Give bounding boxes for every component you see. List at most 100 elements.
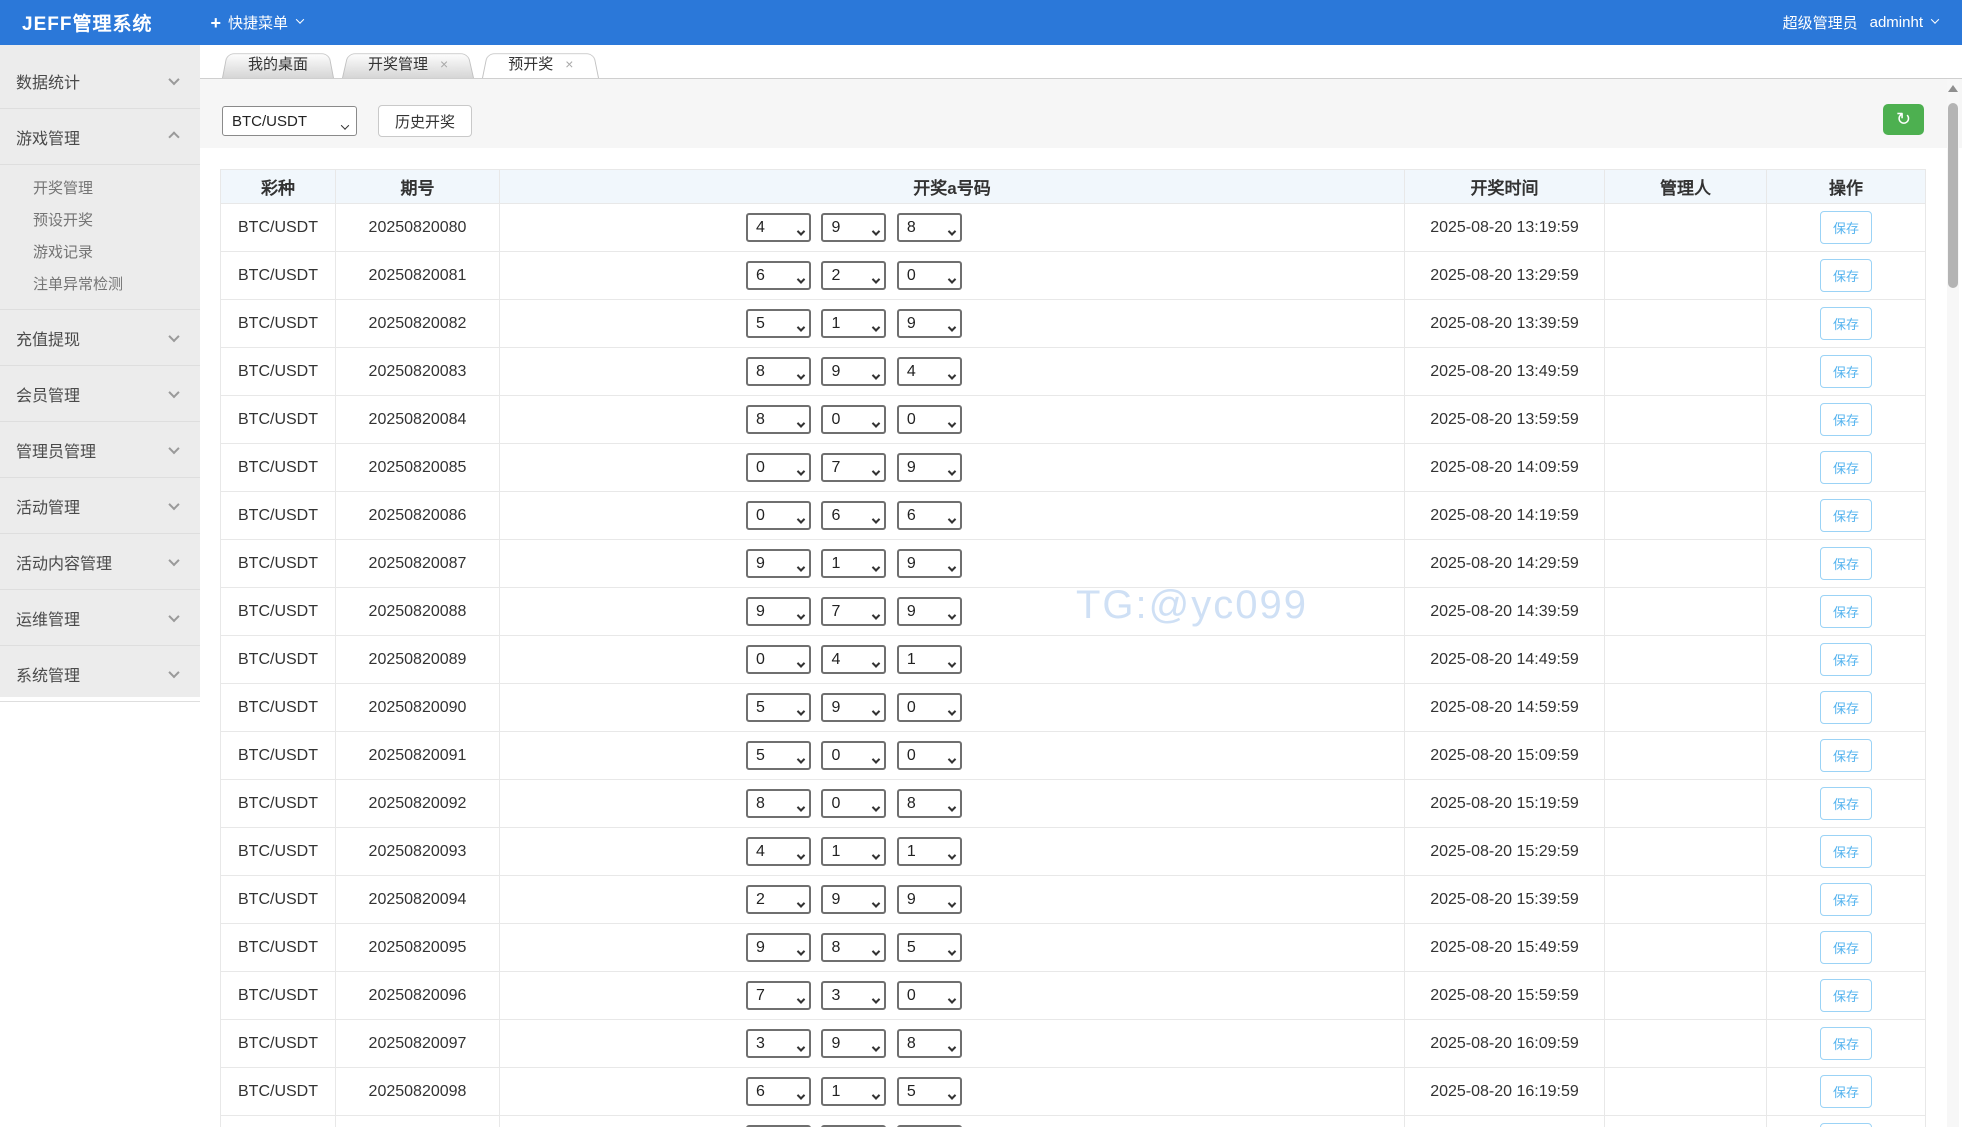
save-button[interactable]: 保存 xyxy=(1820,835,1872,868)
draw-number-select-1[interactable]: 8 xyxy=(746,405,811,434)
save-button[interactable]: 保存 xyxy=(1820,307,1872,340)
save-button[interactable]: 保存 xyxy=(1820,547,1872,580)
draw-number-select-2[interactable]: 9 xyxy=(821,1029,886,1058)
draw-number-select-3[interactable]: 4 xyxy=(897,357,962,386)
save-button[interactable]: 保存 xyxy=(1820,499,1872,532)
sidebar-item-member-management[interactable]: 会员管理 xyxy=(0,366,200,422)
draw-number-select-2[interactable]: 3 xyxy=(821,981,886,1010)
history-draw-button[interactable]: 历史开奖 xyxy=(378,105,472,137)
draw-number-select-2[interactable]: 9 xyxy=(821,885,886,914)
draw-number-select-3[interactable]: 1 xyxy=(897,645,962,674)
draw-number-select-3[interactable]: 8 xyxy=(897,789,962,818)
sidebar-item-draw-management[interactable]: 开奖管理 xyxy=(0,171,200,203)
save-button[interactable]: 保存 xyxy=(1820,1075,1872,1108)
refresh-button[interactable]: ↻ xyxy=(1883,104,1924,135)
sidebar-item-deposit-withdraw[interactable]: 充值提现 xyxy=(0,310,200,366)
draw-number-select-2[interactable]: 1 xyxy=(821,837,886,866)
sidebar-item-admin-management[interactable]: 管理员管理 xyxy=(0,422,200,478)
quick-menu-button[interactable]: + 快捷菜单 xyxy=(210,12,303,33)
draw-number-select-1[interactable]: 2 xyxy=(746,885,811,914)
draw-number-select-2[interactable]: 9 xyxy=(821,357,886,386)
draw-number-select-2[interactable]: 7 xyxy=(821,453,886,482)
close-icon[interactable]: × xyxy=(440,56,448,72)
save-button[interactable]: 保存 xyxy=(1820,1123,1872,1127)
draw-number-select-1[interactable]: 9 xyxy=(746,933,811,962)
draw-number-select-3[interactable]: 9 xyxy=(897,885,962,914)
save-button[interactable]: 保存 xyxy=(1820,403,1872,436)
lottery-pair-select[interactable]: BTC/USDT xyxy=(222,106,357,136)
tab-my-desktop[interactable]: 我的桌面 xyxy=(222,51,334,78)
close-icon[interactable]: × xyxy=(565,56,573,72)
draw-number-select-2[interactable]: 0 xyxy=(821,789,886,818)
draw-number-select-3[interactable]: 9 xyxy=(897,453,962,482)
draw-number-select-3[interactable]: 0 xyxy=(897,405,962,434)
draw-number-select-2[interactable]: 0 xyxy=(821,741,886,770)
draw-number-select-3[interactable]: 5 xyxy=(897,1077,962,1106)
draw-number-select-1[interactable]: 4 xyxy=(746,213,811,242)
scroll-up-icon[interactable] xyxy=(1948,85,1958,92)
draw-number-select-3[interactable]: 9 xyxy=(897,309,962,338)
user-menu[interactable]: 超级管理员 adminht xyxy=(1783,0,1938,45)
sidebar-item-data-stats[interactable]: 数据统计 xyxy=(0,53,200,109)
sidebar-item-activity-content[interactable]: 活动内容管理 xyxy=(0,534,200,590)
draw-number-select-1[interactable]: 8 xyxy=(746,357,811,386)
save-button[interactable]: 保存 xyxy=(1820,787,1872,820)
draw-number-select-3[interactable]: 8 xyxy=(897,1029,962,1058)
tab-pre-draw[interactable]: 预开奖× xyxy=(482,51,599,78)
sidebar-item-system-management[interactable]: 系统管理 xyxy=(0,646,200,702)
save-button[interactable]: 保存 xyxy=(1820,931,1872,964)
draw-number-select-1[interactable]: 0 xyxy=(746,645,811,674)
draw-number-select-1[interactable]: 5 xyxy=(746,309,811,338)
save-button[interactable]: 保存 xyxy=(1820,883,1872,916)
draw-number-select-2[interactable]: 7 xyxy=(821,597,886,626)
draw-number-select-1[interactable]: 8 xyxy=(746,789,811,818)
draw-number-select-3[interactable]: 0 xyxy=(897,741,962,770)
draw-number-select-2[interactable]: 1 xyxy=(821,1077,886,1106)
draw-number-select-2[interactable]: 2 xyxy=(821,261,886,290)
save-button[interactable]: 保存 xyxy=(1820,451,1872,484)
sidebar-item-preset-draw[interactable]: 预设开奖 xyxy=(0,203,200,235)
draw-number-select-1[interactable]: 7 xyxy=(746,981,811,1010)
draw-number-select-1[interactable]: 3 xyxy=(746,1029,811,1058)
draw-number-select-1[interactable]: 5 xyxy=(746,741,811,770)
draw-number-select-3[interactable]: 6 xyxy=(897,501,962,530)
draw-number-select-2[interactable]: 9 xyxy=(821,693,886,722)
draw-number-select-2[interactable]: 6 xyxy=(821,501,886,530)
save-button[interactable]: 保存 xyxy=(1820,1027,1872,1060)
save-button[interactable]: 保存 xyxy=(1820,691,1872,724)
draw-number-select-1[interactable]: 6 xyxy=(746,261,811,290)
draw-number-select-3[interactable]: 1 xyxy=(897,837,962,866)
draw-number-select-2[interactable]: 1 xyxy=(821,309,886,338)
sidebar-item-game-records[interactable]: 游戏记录 xyxy=(0,235,200,267)
scrollbar-thumb[interactable] xyxy=(1948,103,1958,288)
draw-number-select-2[interactable]: 9 xyxy=(821,213,886,242)
save-button[interactable]: 保存 xyxy=(1820,739,1872,772)
draw-number-select-3[interactable]: 8 xyxy=(897,213,962,242)
save-button[interactable]: 保存 xyxy=(1820,595,1872,628)
draw-number-select-3[interactable]: 0 xyxy=(897,981,962,1010)
sidebar-item-bet-anomaly-detect[interactable]: 注单异常检测 xyxy=(0,267,200,299)
draw-number-select-1[interactable]: 0 xyxy=(746,501,811,530)
save-button[interactable]: 保存 xyxy=(1820,259,1872,292)
draw-number-select-2[interactable]: 1 xyxy=(821,549,886,578)
sidebar-item-game-management[interactable]: 游戏管理 xyxy=(0,109,200,165)
save-button[interactable]: 保存 xyxy=(1820,211,1872,244)
draw-number-select-3[interactable]: 0 xyxy=(897,261,962,290)
draw-number-select-3[interactable]: 5 xyxy=(897,933,962,962)
save-button[interactable]: 保存 xyxy=(1820,355,1872,388)
draw-number-select-3[interactable]: 9 xyxy=(897,549,962,578)
save-button[interactable]: 保存 xyxy=(1820,643,1872,676)
draw-number-select-1[interactable]: 9 xyxy=(746,549,811,578)
tab-draw-management[interactable]: 开奖管理× xyxy=(342,51,474,78)
vertical-scrollbar[interactable] xyxy=(1947,79,1959,1127)
draw-number-select-3[interactable]: 9 xyxy=(897,597,962,626)
draw-number-select-3[interactable]: 0 xyxy=(897,693,962,722)
draw-number-select-1[interactable]: 4 xyxy=(746,837,811,866)
save-button[interactable]: 保存 xyxy=(1820,979,1872,1012)
sidebar-item-ops-management[interactable]: 运维管理 xyxy=(0,590,200,646)
draw-number-select-1[interactable]: 9 xyxy=(746,597,811,626)
draw-number-select-1[interactable]: 6 xyxy=(746,1077,811,1106)
draw-number-select-2[interactable]: 4 xyxy=(821,645,886,674)
draw-number-select-1[interactable]: 5 xyxy=(746,693,811,722)
sidebar-item-activity-management[interactable]: 活动管理 xyxy=(0,478,200,534)
